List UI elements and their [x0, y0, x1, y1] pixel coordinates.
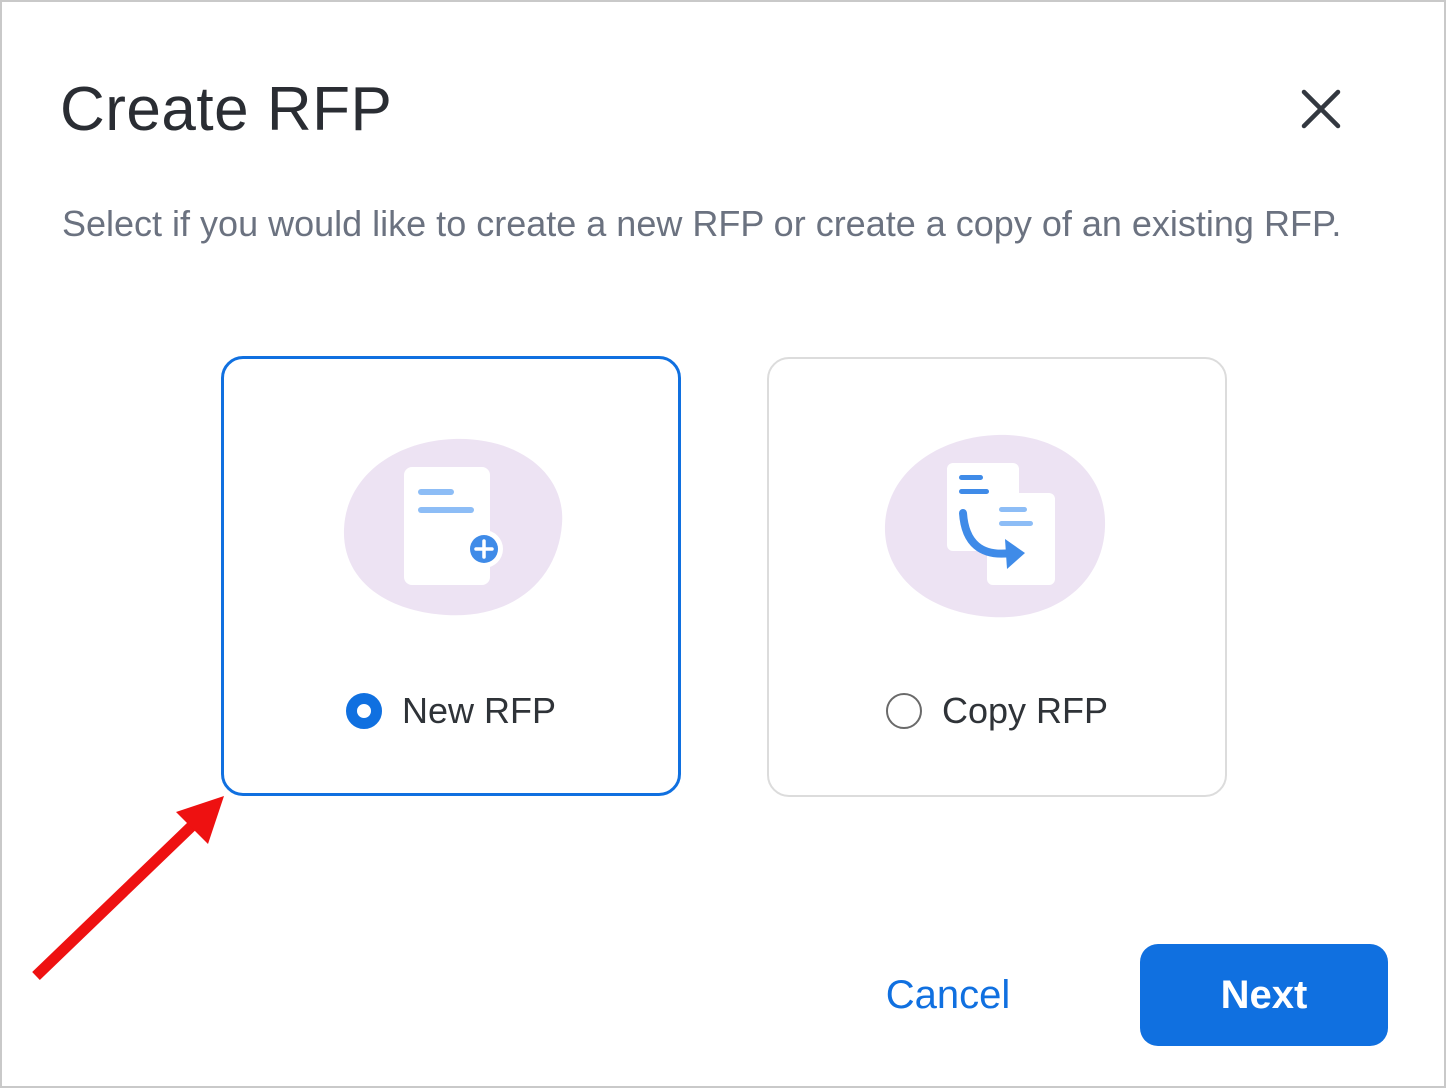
create-rfp-dialog: Create RFP Select if you would like to c…	[0, 0, 1446, 1088]
option-card-copy-rfp[interactable]: Copy RFP	[767, 357, 1227, 797]
dialog-description: Select if you would like to create a new…	[62, 203, 1342, 244]
close-icon	[1301, 89, 1341, 129]
radio-row-new-rfp[interactable]: New RFP	[224, 681, 678, 741]
close-button[interactable]	[1292, 82, 1352, 142]
cancel-button[interactable]: Cancel	[860, 960, 1036, 1030]
radio-copy-rfp[interactable]	[885, 693, 922, 729]
dialog-title: Create RFP	[60, 75, 393, 144]
radio-new-rfp[interactable]	[345, 693, 382, 729]
option-label-copy-rfp: Copy RFP	[941, 690, 1109, 731]
new-document-plus-icon	[343, 438, 563, 616]
next-button[interactable]: Next	[1140, 944, 1388, 1046]
option-label-new-rfp: New RFP	[401, 690, 557, 731]
option-card-new-rfp[interactable]: New RFP	[221, 356, 681, 796]
radio-row-copy-rfp[interactable]: Copy RFP	[769, 681, 1225, 741]
copy-document-icon	[884, 434, 1106, 618]
